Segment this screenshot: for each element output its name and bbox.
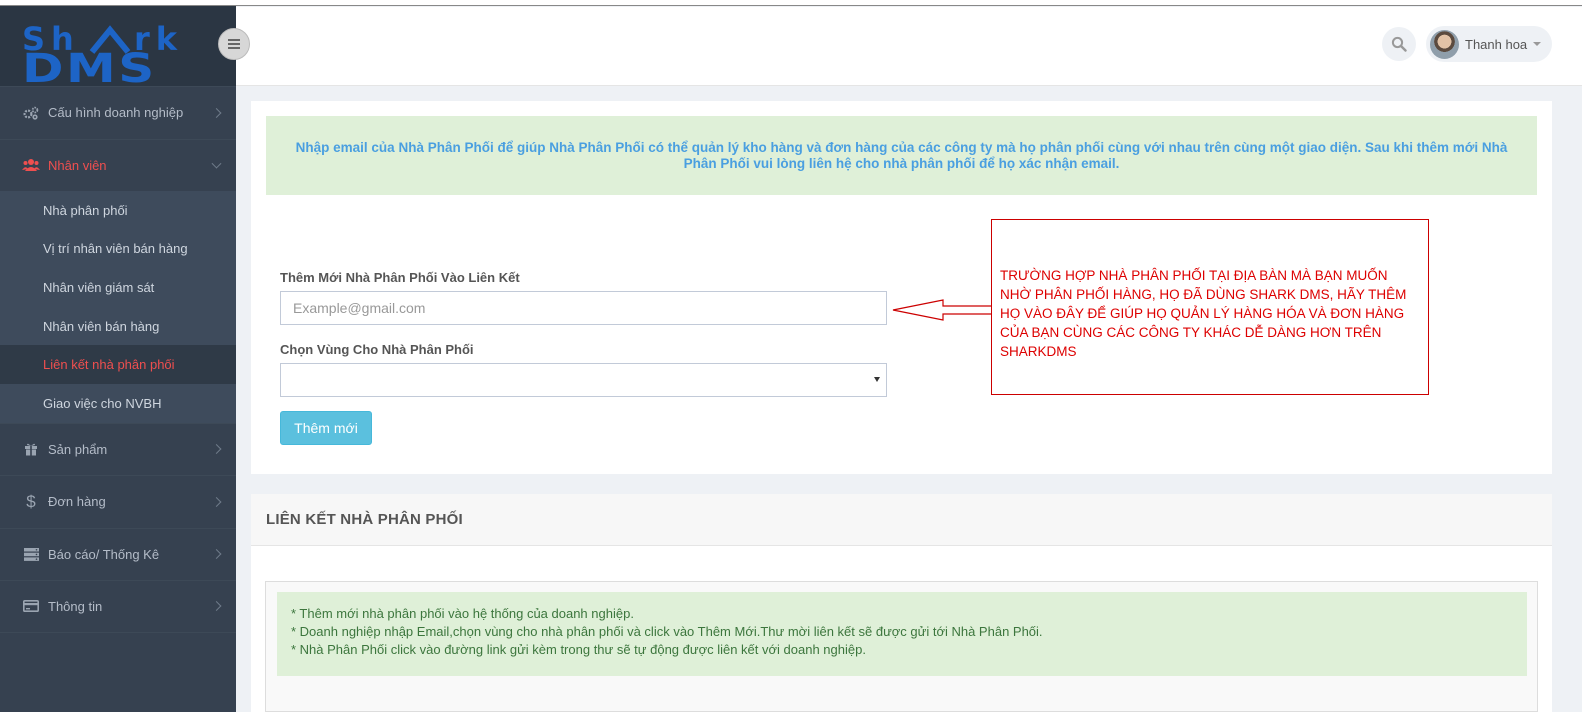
gift-icon [22, 442, 40, 457]
instruction-line: * Nhà Phân Phối click vào đường link gửi… [291, 642, 866, 657]
add-button[interactable]: Thêm mới [280, 411, 372, 445]
chevron-right-icon [211, 496, 222, 507]
menu-icon [228, 39, 240, 49]
sidebar-item-info[interactable]: Thông tin [0, 580, 236, 633]
instruction-line: * Doanh nghiệp nhập Email,chọn vùng cho … [291, 624, 1043, 639]
logo-line-2: DMS [22, 46, 157, 92]
sidebar-item-orders[interactable]: $ Đơn hàng [0, 475, 236, 528]
chevron-right-icon [211, 107, 222, 118]
user-name: Thanh hoa [1465, 36, 1528, 52]
top-border [0, 0, 1582, 6]
logo[interactable]: Sh rk DMS [0, 6, 236, 92]
email-input[interactable] [280, 291, 887, 325]
submenu-item-sales-position[interactable]: Vị trí nhân viên bán hàng [0, 230, 236, 269]
arrow-left-icon [892, 299, 992, 321]
sidebar-item-reports[interactable]: Báo cáo/ Thống Kê [0, 527, 236, 581]
region-select[interactable] [280, 363, 887, 397]
staff-submenu: Nhà phân phối Vị trí nhân viên bán hàng … [0, 191, 236, 423]
sidebar-item-label: Cấu hình doanh nghiệp [48, 105, 184, 121]
sidebar: Sh rk DMS Cấu hình doanh nghiệp Nhân viê… [0, 6, 236, 712]
sidebar-menu: Cấu hình doanh nghiệp Nhân viên Nhà phân… [0, 86, 236, 633]
sidebar-item-label: Nhân viên [48, 157, 107, 173]
sidebar-toggle-button[interactable] [218, 28, 250, 60]
sidebar-item-label: Báo cáo/ Thống Kê [48, 546, 160, 562]
instructions-notice: * Thêm mới nhà phân phối vào hệ thống củ… [277, 592, 1527, 676]
chevron-right-icon [211, 444, 222, 455]
info-notice: Nhập email của Nhà Phân Phối để giúp Nhà… [266, 116, 1537, 195]
chevron-right-icon [211, 601, 222, 612]
user-menu[interactable]: Thanh hoa [1426, 26, 1552, 62]
top-header: Thanh hoa [236, 7, 1582, 86]
distributor-links-panel: LIÊN KẾT NHÀ PHÂN PHỐI * Thêm mới nhà ph… [251, 494, 1552, 712]
dollar-icon: $ [26, 491, 36, 511]
cogs-icon [22, 106, 40, 120]
users-icon [22, 158, 40, 172]
sidebar-item-label: Thông tin [48, 598, 103, 614]
email-label: Thêm Mới Nhà Phân Phối Vào Liên Kết [280, 270, 520, 285]
submenu-item-distributor-link[interactable]: Liên kết nhà phân phối [0, 345, 236, 384]
callout-note: TRƯỜNG HỢP NHÀ PHÂN PHỐI TẠI ĐỊA BÀN MÀ … [991, 219, 1429, 395]
server-icon [22, 547, 40, 561]
submenu-item-salesperson[interactable]: Nhân viên bán hàng [0, 307, 236, 346]
submenu-item-distributor[interactable]: Nhà phân phối [0, 191, 236, 230]
sidebar-item-config[interactable]: Cấu hình doanh nghiệp [0, 86, 236, 139]
links-box: * Thêm mới nhà phân phối vào hệ thống củ… [265, 581, 1538, 712]
caret-down-icon [1533, 42, 1542, 46]
chevron-right-icon [211, 549, 222, 560]
submenu-item-assign-task[interactable]: Giao việc cho NVBH [0, 384, 236, 423]
sidebar-item-staff[interactable]: Nhân viên [0, 138, 236, 192]
sidebar-item-label: Đơn hàng [48, 494, 106, 510]
panel-title: LIÊN KẾT NHÀ PHÂN PHỐI [251, 494, 1552, 546]
select-arrow-icon [874, 377, 880, 382]
instruction-line: * Thêm mới nhà phân phối vào hệ thống củ… [291, 606, 634, 621]
credit-card-icon [22, 600, 40, 613]
submenu-item-supervisor[interactable]: Nhân viên giám sát [0, 268, 236, 307]
search-button[interactable] [1382, 27, 1416, 61]
region-label: Chọn Vùng Cho Nhà Phân Phối [280, 342, 474, 357]
chevron-down-icon [211, 158, 222, 169]
avatar [1430, 29, 1459, 59]
sidebar-item-label: Sản phẩm [48, 441, 108, 457]
search-icon [1391, 36, 1407, 52]
sidebar-item-products[interactable]: Sản phẩm [0, 422, 236, 476]
add-distributor-panel: Nhập email của Nhà Phân Phối để giúp Nhà… [251, 101, 1552, 474]
